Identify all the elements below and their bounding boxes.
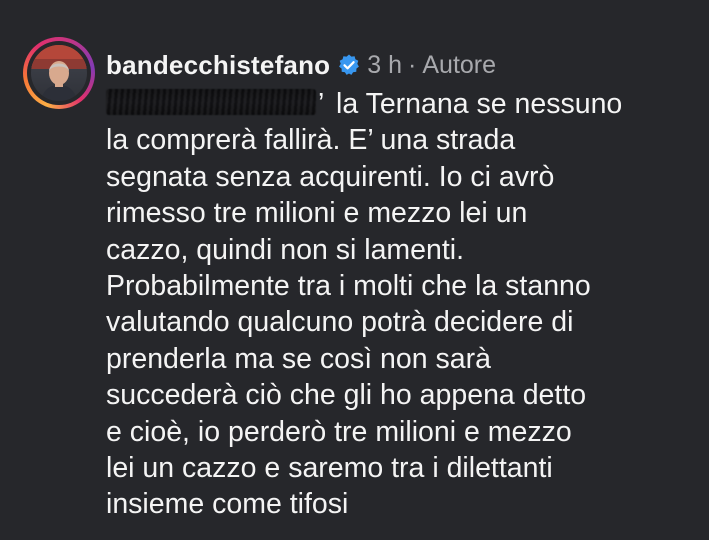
username[interactable]: bandecchistefano — [106, 50, 330, 81]
comment-line: insieme come tifosi — [106, 488, 349, 521]
comment: bandecchistefano 3 h · Autore ’ la Ternana … — [0, 0, 709, 540]
comment-line: ’ la Ternana se nessuno — [106, 86, 696, 122]
comment-header: bandecchistefano 3 h · Autore — [106, 46, 496, 84]
comment-line: lei un cazzo e saremo tra i dilettanti — [106, 452, 553, 485]
comment-text: ’ la Ternana se nessuno la comprerà falli… — [106, 86, 696, 523]
meta-separator: · — [408, 50, 417, 79]
comment-line: Probabilmente tra i molti che la stanno — [106, 270, 591, 303]
comment-line: la comprerà fallirà. E’ una strada — [106, 124, 516, 157]
comment-line: rimesso tre milioni e mezzo lei un — [106, 197, 528, 230]
author-label: Autore — [422, 50, 497, 79]
comment-meta: 3 h · Autore — [367, 51, 496, 80]
comment-line: cazzo, quindi non si lamenti. — [106, 233, 465, 266]
story-ring[interactable] — [23, 37, 95, 109]
avatar-frame — [27, 41, 91, 105]
verified-badge-icon — [337, 53, 361, 77]
avatar[interactable] — [31, 45, 87, 101]
comment-line: e cioè, io perderò tre milioni e mezzo — [106, 415, 572, 448]
comment-line-text: la Ternana se nessuno — [336, 88, 623, 120]
comment-line: succederà ciò che gli ho appena detto — [106, 379, 587, 412]
redacted-name — [106, 89, 316, 116]
timestamp: 3 h — [367, 50, 403, 79]
redaction-apostrophe: ’ — [318, 88, 325, 120]
comment-line: valutando qualcuno potrà decidere di — [106, 306, 574, 339]
comment-line: segnata senza acquirenti. Io ci avrò — [106, 160, 555, 193]
comment-line: prenderla ma se così non sarà — [106, 342, 491, 375]
